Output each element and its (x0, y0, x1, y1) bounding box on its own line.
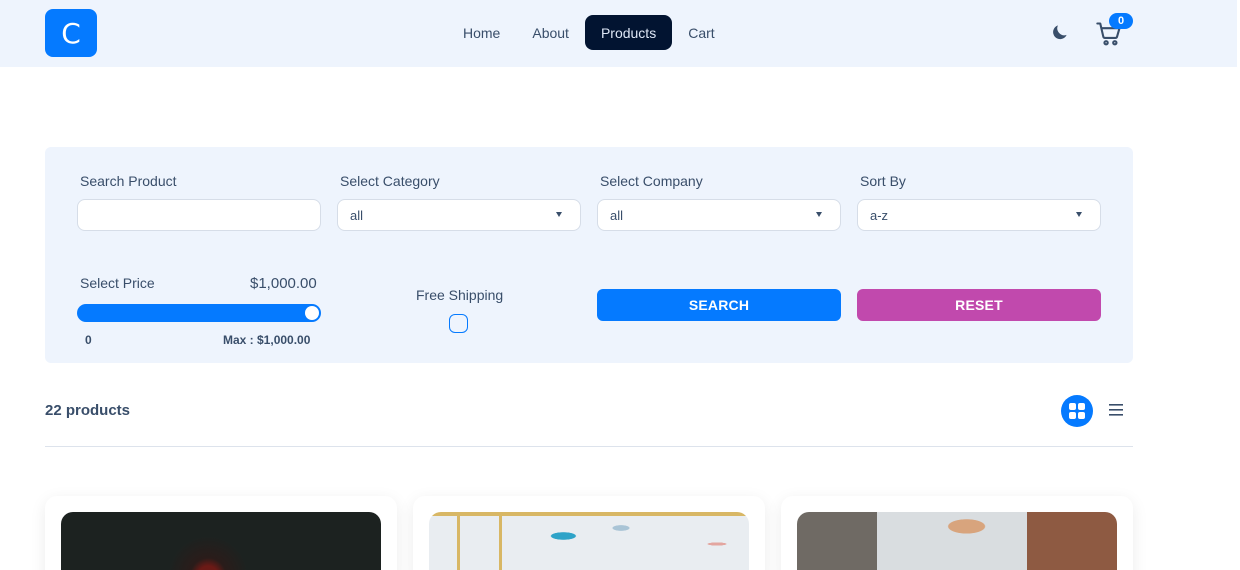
price-value: $1,000.00 (250, 275, 317, 292)
nav-link-cart[interactable]: Cart (672, 15, 730, 50)
nav-link-home[interactable]: Home (447, 15, 516, 50)
grid-icon (1069, 403, 1085, 419)
free-shipping-checkbox[interactable] (449, 314, 468, 333)
cart-count-badge: 0 (1109, 13, 1133, 29)
category-select[interactable]: all (337, 199, 581, 231)
sort-label: Sort By (860, 173, 906, 189)
divider (45, 446, 1133, 447)
list-view-icon[interactable] (1108, 403, 1124, 417)
logo-letter: C (61, 16, 81, 50)
search-group: Search Product (80, 173, 177, 189)
navbar: C Home About Products Cart 0 (0, 0, 1237, 67)
sort-select[interactable]: a-z (857, 199, 1101, 231)
price-slider-handle[interactable] (305, 306, 319, 320)
chevron-down-icon (816, 212, 822, 217)
product-card[interactable] (413, 496, 765, 570)
product-count: 22 products (45, 402, 131, 419)
category-value: all (350, 207, 364, 223)
price-label: Select Price (80, 275, 155, 291)
search-label: Search Product (80, 173, 177, 189)
nav-link-about[interactable]: About (516, 15, 585, 50)
sort-group: Sort By (860, 173, 906, 189)
product-image (797, 512, 1117, 570)
price-max-label: Max : $1,000.00 (223, 333, 311, 347)
company-label: Select Company (600, 173, 703, 189)
category-group: Select Category (340, 173, 440, 189)
company-select[interactable]: all (597, 199, 841, 231)
nav-links: Home About Products Cart (447, 15, 731, 50)
shipping-label: Free Shipping (416, 287, 504, 303)
search-input[interactable] (77, 199, 321, 231)
product-image (61, 512, 381, 570)
nav-link-products[interactable]: Products (584, 15, 673, 50)
product-card[interactable] (45, 496, 397, 570)
grid-view-button[interactable] (1061, 395, 1093, 427)
company-value: all (610, 207, 624, 223)
category-label: Select Category (340, 173, 440, 189)
chevron-down-icon (1076, 212, 1082, 217)
sort-value: a-z (870, 207, 889, 223)
product-image (429, 512, 749, 570)
price-slider[interactable] (77, 304, 321, 322)
company-group: Select Company (600, 173, 703, 189)
price-min-label: 0 (85, 333, 92, 347)
reset-button[interactable]: RESET (857, 289, 1101, 321)
moon-icon[interactable] (1050, 22, 1070, 42)
search-button[interactable]: SEARCH (597, 289, 841, 321)
chevron-down-icon (556, 212, 562, 217)
filters-form: Search Product Select Category all Selec… (45, 147, 1133, 363)
product-card[interactable] (781, 496, 1133, 570)
logo[interactable]: C (45, 9, 97, 57)
